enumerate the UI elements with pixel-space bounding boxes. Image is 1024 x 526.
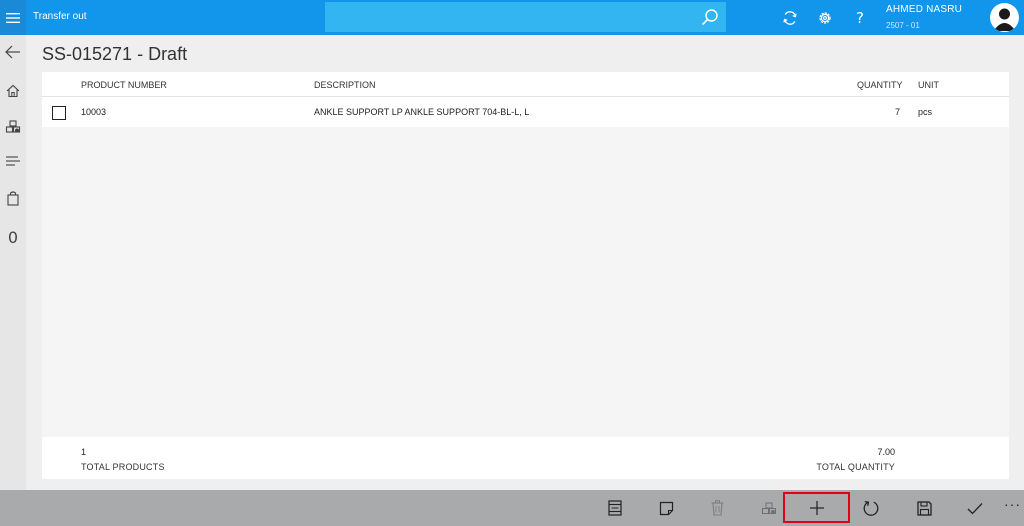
avatar[interactable]: [990, 3, 1019, 32]
delete-button[interactable]: [702, 494, 732, 522]
sync-button[interactable]: [780, 8, 800, 28]
nav-bag[interactable]: [0, 187, 26, 209]
more-button[interactable]: ···: [1004, 496, 1021, 512]
products-icon: [762, 502, 776, 514]
bag-icon: [7, 190, 19, 206]
search-input[interactable]: [325, 2, 726, 32]
table-row[interactable]: 10003 ANKLE SUPPORT LP ANKLE SUPPORT 704…: [42, 97, 1009, 127]
total-products-value: 1: [81, 447, 87, 457]
cell-unit: pcs: [918, 107, 933, 117]
nav-list[interactable]: [0, 150, 26, 172]
user-icon: [993, 8, 1016, 31]
settings-button[interactable]: [815, 8, 835, 28]
nav-home[interactable]: [0, 80, 26, 102]
more-icon: ···: [1004, 496, 1021, 512]
back-button[interactable]: [0, 41, 26, 63]
save-icon: [916, 500, 932, 516]
refresh-icon: [863, 500, 879, 516]
add-button[interactable]: [802, 494, 832, 522]
total-quantity-label: TOTAL QUANTITY: [816, 462, 895, 472]
refresh-button[interactable]: [856, 494, 886, 522]
save-button[interactable]: [909, 494, 939, 522]
products-button[interactable]: [754, 494, 784, 522]
col-unit[interactable]: UNIT: [918, 80, 939, 90]
document-button[interactable]: [600, 494, 630, 522]
menu-icon: [6, 12, 20, 23]
home-icon: [6, 84, 20, 98]
left-nav-rail: 0: [0, 35, 26, 526]
sync-icon: [783, 11, 797, 25]
total-products-label: TOTAL PRODUCTS: [81, 462, 165, 472]
add-icon: [810, 501, 824, 515]
settings-icon: [819, 12, 831, 24]
search-field[interactable]: [325, 2, 695, 32]
search-icon[interactable]: [700, 7, 720, 27]
document-icon: [608, 500, 622, 516]
delete-icon: [711, 500, 723, 516]
note-button[interactable]: [651, 494, 681, 522]
products-table: PRODUCT NUMBER DESCRIPTION QUANTITY UNIT…: [42, 72, 1009, 464]
help-icon: ?: [856, 9, 864, 27]
help-button[interactable]: ?: [850, 8, 870, 28]
back-arrow-icon: [5, 45, 20, 59]
table-header: PRODUCT NUMBER DESCRIPTION QUANTITY UNIT: [42, 72, 1009, 97]
page-title: SS-015271 - Draft: [42, 44, 188, 64]
menu-button[interactable]: [0, 0, 26, 35]
col-quantity[interactable]: QUANTITY: [857, 80, 903, 90]
note-icon: [659, 501, 673, 515]
products-icon: [5, 120, 21, 133]
nav-products[interactable]: [0, 116, 26, 138]
totals-footer: 1 TOTAL PRODUCTS 7.00 TOTAL QUANTITY: [42, 437, 1009, 479]
command-bar: ···: [0, 490, 1024, 526]
checkmark-icon: [967, 502, 983, 514]
total-quantity-value: 7.00: [877, 447, 895, 457]
cell-description: ANKLE SUPPORT LP ANKLE SUPPORT 704-BL-L,…: [314, 107, 530, 117]
main-content: SS-015271 - Draft PRODUCT NUMBER DESCRIP…: [26, 35, 1024, 490]
col-description[interactable]: DESCRIPTION: [314, 80, 376, 90]
cell-quantity: 7: [894, 107, 900, 117]
user-name: AHMED NASRU: [886, 4, 963, 15]
rail-count: 0: [7, 227, 19, 247]
row-checkbox[interactable]: [52, 106, 66, 120]
confirm-button[interactable]: [960, 494, 990, 522]
col-product-number[interactable]: PRODUCT NUMBER: [81, 80, 167, 90]
top-bar: Transfer out ? AHMED NASRU 2507 - 01: [0, 0, 1024, 35]
app-title: Transfer out: [33, 11, 87, 22]
cell-product-number: 10003: [81, 107, 107, 117]
cart-count: 0: [0, 225, 26, 249]
user-branch: 2507 - 01: [886, 21, 920, 30]
list-icon: [6, 156, 20, 166]
